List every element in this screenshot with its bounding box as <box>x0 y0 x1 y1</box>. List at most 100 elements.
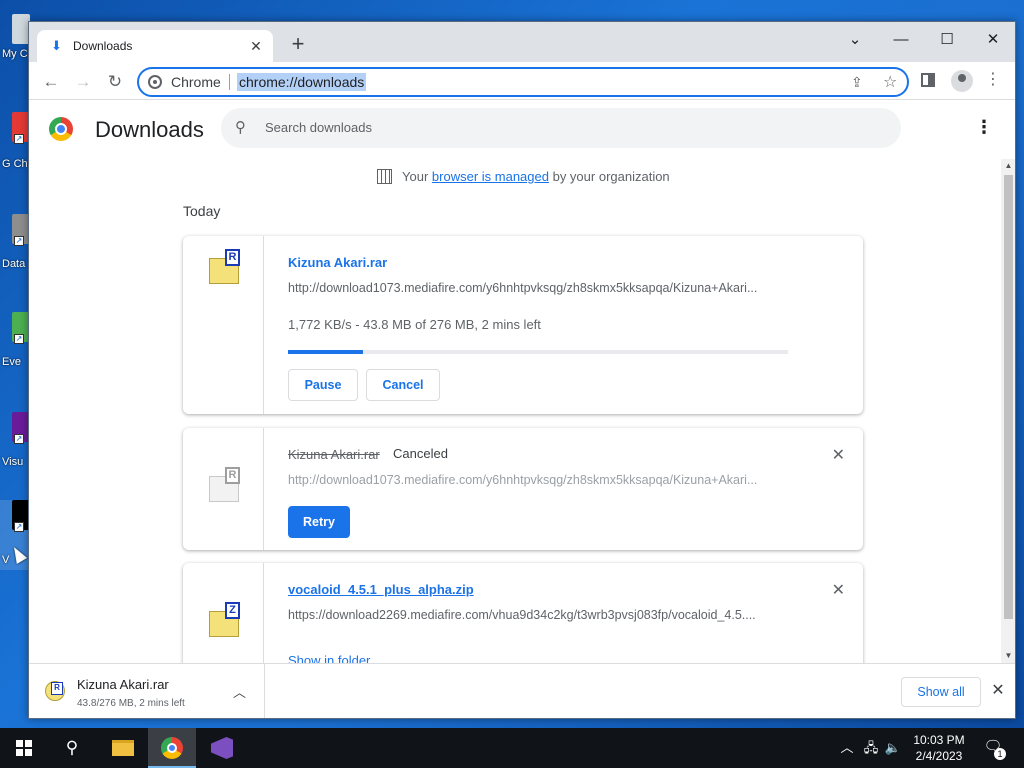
shortcut-arrow-icon: ↗ <box>14 134 24 144</box>
remove-download-icon[interactable]: ✕ <box>832 580 845 600</box>
close-shelf-icon[interactable]: ✕ <box>989 680 1007 700</box>
page-scrollbar[interactable]: ▲ ▼ <box>1001 159 1015 663</box>
notification-count-badge: 1 <box>994 748 1006 760</box>
shortcut-arrow-icon: ↗ <box>14 522 24 532</box>
show-all-button[interactable]: Show all <box>901 677 981 707</box>
tab-title: Downloads <box>73 39 133 53</box>
download-file-name: Kizuna Akari.rar <box>288 447 380 462</box>
download-file-name[interactable]: Kizuna Akari.rar <box>288 255 387 270</box>
network-icon[interactable]: 🖧 <box>862 728 880 768</box>
date-section-label: Today <box>183 203 221 219</box>
desktop-icon-label: V <box>2 554 10 566</box>
maximize-button[interactable]: ☐ <box>924 26 970 54</box>
search-icon: ⚲ <box>235 119 246 136</box>
page-title: Downloads <box>95 117 204 142</box>
tab-search-button[interactable]: ⌄ <box>832 26 878 54</box>
desktop-icon-data[interactable]: ↗ Data <box>0 214 30 284</box>
chrome-logo-icon <box>49 117 73 141</box>
download-status-label: Canceled <box>393 446 448 461</box>
shortcut-arrow-icon: ↗ <box>14 434 24 444</box>
close-window-button[interactable]: ✕ <box>970 26 1015 54</box>
rar-badge: R <box>225 467 240 484</box>
rar-badge: R <box>225 249 240 266</box>
forward-button[interactable]: → <box>69 68 97 96</box>
download-progress-bar <box>288 350 788 354</box>
chrome-menu-icon[interactable]: ⋮ <box>985 69 1001 89</box>
clock-date: 2/4/2023 <box>915 749 963 763</box>
tab-strip: ⬇ Downloads ✕ + ⌄ — ☐ ✕ <box>29 22 1015 62</box>
profile-avatar[interactable] <box>951 70 973 92</box>
desktop-icon-label: Eve <box>2 356 21 368</box>
address-bar[interactable]: Chrome chrome://downloads ⇪ ☆ <box>137 67 909 97</box>
desktop-icon-label: Data <box>2 258 26 270</box>
chevron-up-icon[interactable]: ︿ <box>233 682 246 701</box>
system-clock[interactable]: 10:03 PM 2/4/2023 <box>906 732 972 764</box>
browser-window: ⬇ Downloads ✕ + ⌄ — ☐ ✕ ← → ↻ Chrome chr… <box>28 21 1016 719</box>
more-actions-icon[interactable]: ⋮ <box>975 117 993 138</box>
tab-downloads[interactable]: ⬇ Downloads ✕ <box>37 30 273 62</box>
side-panel-icon[interactable] <box>921 73 935 87</box>
building-icon <box>377 169 392 184</box>
desktop-icon-eve[interactable]: ↗ Eve <box>0 312 30 382</box>
shortcut-arrow-icon: ↗ <box>14 334 24 344</box>
retry-button[interactable]: Retry <box>288 506 350 538</box>
download-file-name[interactable]: vocaloid_4.5.1_plus_alpha.zip <box>288 582 474 597</box>
download-url: http://download1073.mediafire.com/y6hnht… <box>288 281 758 295</box>
tab-close-icon[interactable]: ✕ <box>247 37 265 55</box>
scroll-up-arrow-icon[interactable]: ▲ <box>1001 159 1015 173</box>
download-shelf: Kizuna Akari.rar 43.8/276 MB, 2 mins lef… <box>29 663 1015 718</box>
shelf-file-status: 43.8/276 MB, 2 mins left <box>77 698 185 709</box>
taskbar-visual-studio[interactable] <box>198 728 246 768</box>
omnibox-separator <box>229 74 230 90</box>
desktop-icon-label: Visu <box>2 456 24 468</box>
downloads-header: Downloads ⚲ Search downloads ⋮ <box>29 101 1015 157</box>
download-card-canceled: R Kizuna Akari.rar Canceled ✕ http://dow… <box>183 428 863 550</box>
browser-toolbar: ← → ↻ Chrome chrome://downloads ⇪ ☆ ⋮ <box>29 62 1015 100</box>
rar-file-icon <box>45 681 65 701</box>
downloads-page: Downloads ⚲ Search downloads ⋮ Your brow… <box>29 101 1015 663</box>
search-placeholder: Search downloads <box>265 120 372 135</box>
shelf-file-name: Kizuna Akari.rar <box>77 677 169 692</box>
taskbar-chrome[interactable] <box>148 728 196 768</box>
chevron-up-tray-icon[interactable]: ︿ <box>838 728 856 768</box>
card-divider <box>263 563 264 663</box>
volume-icon[interactable]: 🔈 <box>884 728 902 768</box>
start-button[interactable] <box>0 728 48 768</box>
bookmark-star-icon[interactable]: ☆ <box>883 72 897 92</box>
managed-suffix: by your organization <box>552 169 670 184</box>
new-tab-button[interactable]: + <box>287 33 309 56</box>
back-button[interactable]: ← <box>37 68 65 96</box>
desktop-icon-visual-studio[interactable]: ↗ Visu <box>0 412 30 482</box>
taskbar-search-icon[interactable]: ⚲ <box>48 728 96 768</box>
cancel-button[interactable]: Cancel <box>366 369 440 401</box>
search-downloads-input[interactable]: ⚲ Search downloads <box>221 108 901 148</box>
shelf-download-item[interactable]: Kizuna Akari.rar 43.8/276 MB, 2 mins lef… <box>29 664 265 718</box>
share-icon[interactable]: ⇪ <box>851 74 863 91</box>
reload-button[interactable]: ↻ <box>101 68 129 96</box>
visual-studio-icon <box>211 737 233 759</box>
folder-icon <box>112 740 134 756</box>
pause-button[interactable]: Pause <box>288 369 358 401</box>
zip-file-icon: Z <box>209 602 240 637</box>
chrome-icon <box>161 737 183 759</box>
url-text[interactable]: chrome://downloads <box>237 73 367 91</box>
rar-file-icon: R <box>209 467 240 502</box>
download-card-in-progress: R Kizuna Akari.rar http://download1073.m… <box>183 236 863 414</box>
managed-notice: Your browser is managed by your organiza… <box>377 169 670 184</box>
zip-badge: Z <box>225 602 240 619</box>
scroll-down-arrow-icon[interactable]: ▼ <box>1001 649 1015 663</box>
browser-managed-link[interactable]: browser is managed <box>432 169 549 184</box>
show-in-folder-link[interactable]: Show in folder <box>288 653 370 663</box>
rar-file-icon: R <box>209 249 240 284</box>
desktop-icon-chrome[interactable]: ↗ G Ch <box>0 112 30 182</box>
minimize-button[interactable]: — <box>878 26 924 54</box>
remove-download-icon[interactable]: ✕ <box>832 445 845 465</box>
desktop-icon-label: G Ch <box>2 158 28 170</box>
taskbar-file-explorer[interactable] <box>98 728 146 768</box>
card-divider <box>263 236 264 414</box>
desktop-icon-my-computer[interactable]: My C <box>0 14 30 84</box>
managed-prefix: Your <box>402 169 429 184</box>
chrome-site-icon[interactable] <box>148 75 162 89</box>
clock-time: 10:03 PM <box>913 733 965 747</box>
scrollbar-thumb[interactable] <box>1004 175 1013 619</box>
